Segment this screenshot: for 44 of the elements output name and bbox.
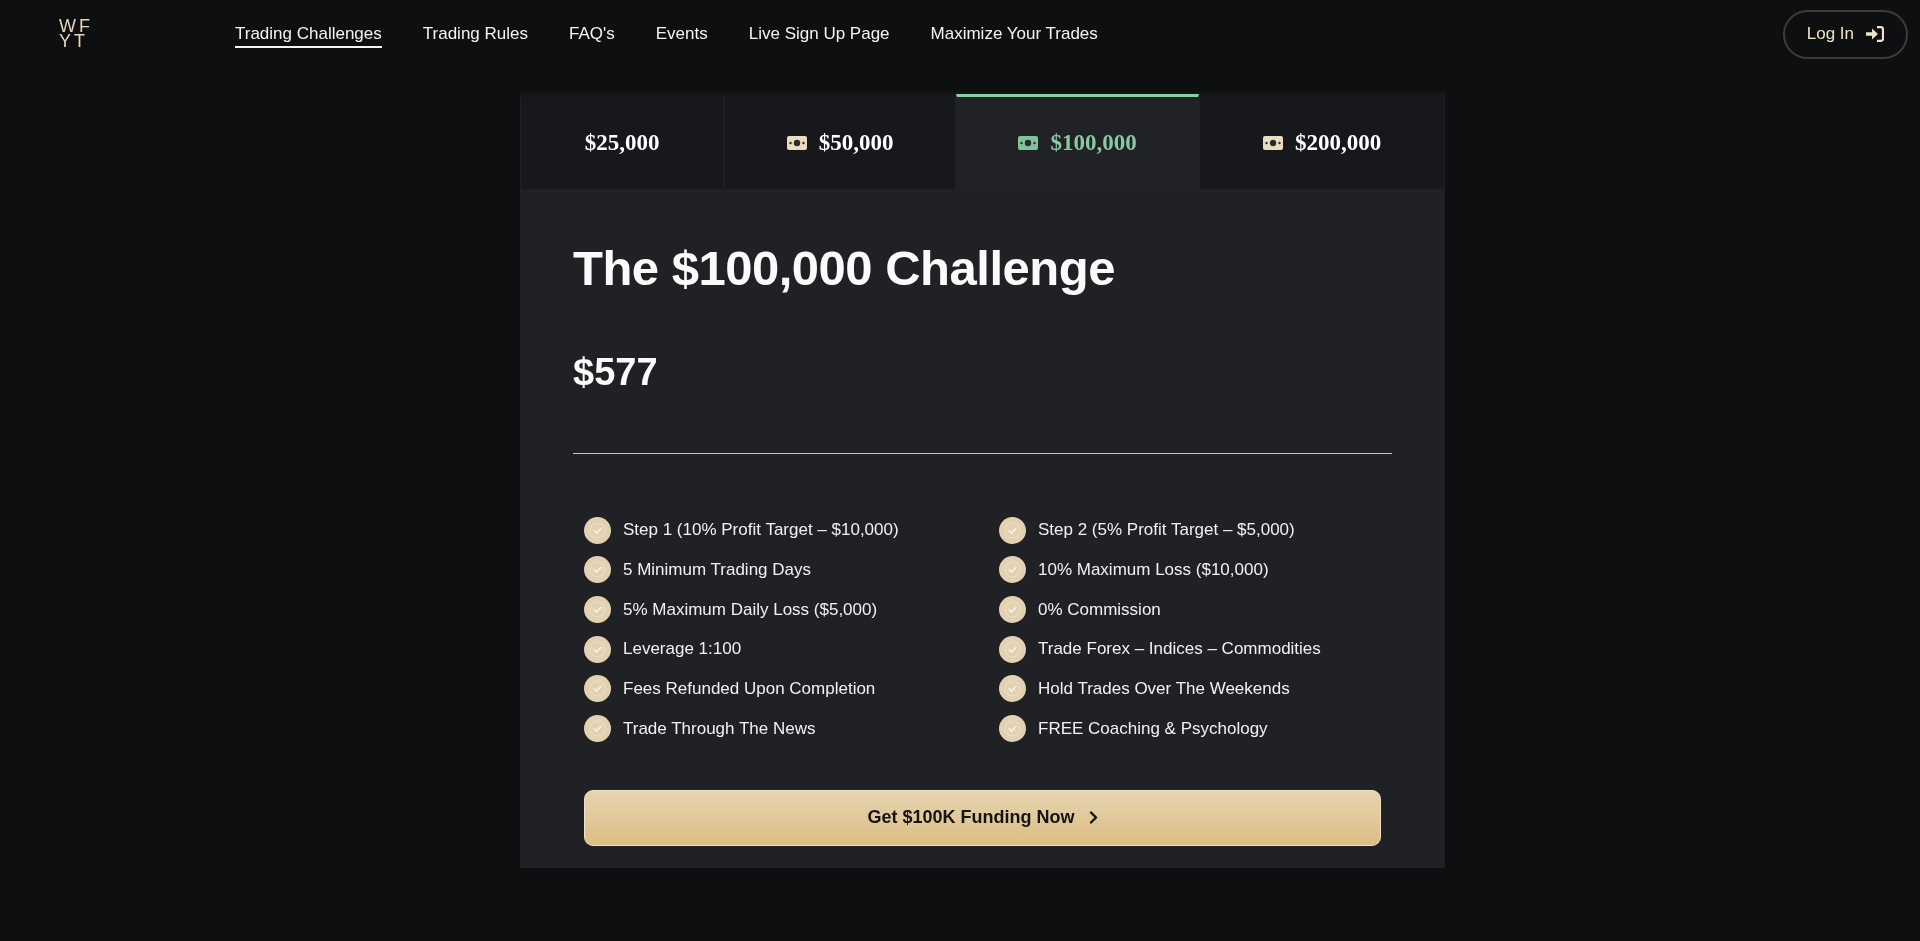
check-circle-icon [584, 715, 611, 743]
plan-title: The $100,000 Challenge [573, 240, 1116, 297]
feature-text: Trade Forex – Indices – Commodities [1038, 639, 1321, 660]
banknote-icon [1018, 136, 1039, 150]
check-circle-icon [584, 596, 611, 624]
check-circle-icon [999, 596, 1026, 624]
check-circle-icon [999, 516, 1026, 544]
feature-text: 10% Maximum Loss ($10,000) [1038, 559, 1269, 580]
chevron-right-icon [1088, 811, 1098, 824]
check-circle-icon [584, 675, 611, 703]
nav-link[interactable]: Maximize Your Trades [930, 20, 1098, 48]
feature-text: Leverage 1:100 [623, 639, 742, 660]
nav-link[interactable]: Events [655, 20, 708, 48]
logo[interactable]: WF YT [59, 19, 93, 49]
feature-text: Step 2 (5% Profit Target – $5,000) [1038, 520, 1295, 541]
check-circle-icon [584, 516, 611, 544]
feature-text: Step 1 (10% Profit Target – $10,000) [623, 520, 899, 541]
feature-text: FREE Coaching & Psychology [1038, 718, 1268, 739]
funding-button[interactable]: Get $100K Funding Now [584, 789, 1381, 846]
plan-price: $577 [573, 349, 659, 395]
check-circle-icon [584, 556, 611, 584]
nav-link[interactable]: Live Sign Up Page [748, 20, 890, 48]
plan-tab[interactable]: $100,000 [956, 94, 1199, 190]
plan-tab[interactable]: $50,000 [724, 94, 956, 190]
banknote-icon [786, 136, 807, 150]
banknote-icon [1262, 136, 1283, 150]
nav-link[interactable]: Trading Challenges [235, 20, 382, 48]
nav-link[interactable]: FAQ's [569, 20, 615, 48]
feature-text: Hold Trades Over The Weekends [1038, 679, 1290, 699]
plan-tab[interactable]: $200,000 [1199, 94, 1445, 190]
check-circle-icon [584, 635, 611, 663]
sign-in-icon [1866, 26, 1884, 42]
feature-text: 5% Maximum Daily Loss ($5,000) [623, 599, 878, 620]
nav-link[interactable]: Trading Rules [422, 20, 528, 48]
check-circle-icon [999, 635, 1026, 663]
login-button[interactable]: Log In [1782, 9, 1908, 59]
check-circle-icon [999, 556, 1026, 584]
check-circle-icon [999, 715, 1026, 743]
feature-text: 0% Commission [1038, 599, 1161, 620]
check-circle-icon [999, 675, 1026, 703]
plan-tab[interactable]: $25,000 [520, 94, 724, 190]
feature-text: 5 Minimum Trading Days [623, 559, 811, 580]
feature-text: Fees Refunded Upon Completion [623, 679, 876, 699]
feature-text: Trade Through The News [623, 718, 816, 739]
